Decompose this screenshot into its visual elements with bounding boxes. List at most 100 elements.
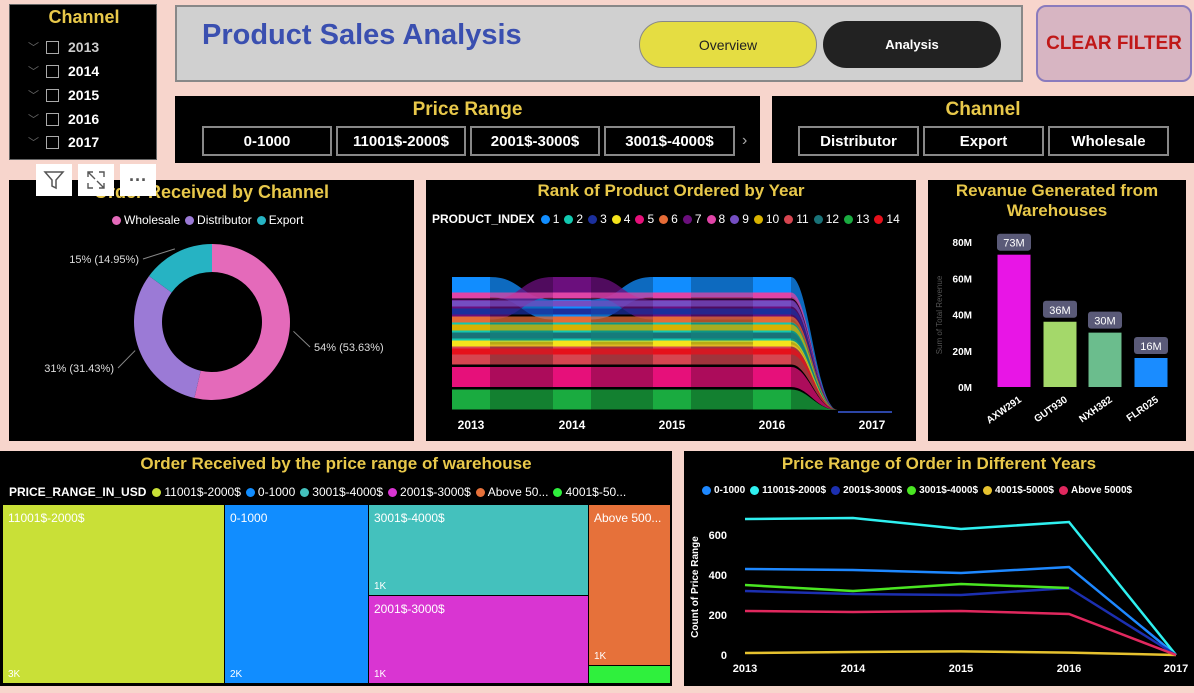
ribbon-flow-4 xyxy=(490,340,553,347)
channel-tile-wholesale[interactable]: Wholesale xyxy=(1048,126,1169,156)
ribbon-legend-item: 6 xyxy=(659,212,678,226)
ribbon-flow-10 xyxy=(490,324,553,331)
line-y-tick: 600 xyxy=(709,530,727,542)
revenue-y-axis-title: Sum of Total Revenue xyxy=(935,275,944,354)
ribbon-segment-12 xyxy=(452,332,490,339)
ribbon-flow-8 xyxy=(490,292,553,299)
revenue-x-tick: NXH382 xyxy=(1077,394,1115,425)
ribbon-flow-14 xyxy=(691,348,753,355)
filter-icon[interactable] xyxy=(36,164,72,196)
legend-label: 0-1000 xyxy=(714,485,746,496)
ribbon-legend-item: 2 xyxy=(564,212,583,226)
chevron-down-icon[interactable]: ﹀ xyxy=(28,39,46,55)
year-slicer: Channel ﹀ 2013 ﹀ 2014 ﹀ 2015 ﹀ 2016 ﹀ 2017 xyxy=(9,4,157,160)
donut-data-label: 31% (31.43%) xyxy=(44,363,114,375)
legend-dot xyxy=(983,486,993,495)
legend-label: 12 xyxy=(825,212,840,226)
ribbon-segment-4 xyxy=(553,340,591,347)
price-tile-2001-3000[interactable]: 2001$-3000$ xyxy=(470,126,600,156)
price-tile-0-1000[interactable]: 0-1000 xyxy=(202,126,332,156)
revenue-data-label: 30M xyxy=(1094,316,1115,328)
revenue-data-label: 16M xyxy=(1140,341,1161,353)
line-y-axis-title: Count of Price Range xyxy=(690,536,701,638)
line-y-tick: 400 xyxy=(709,570,727,582)
year-item-2013[interactable]: ﹀ 2013 xyxy=(28,37,99,57)
ribbon-x-tick: 2016 xyxy=(759,418,786,432)
ribbon-segment-3 xyxy=(753,308,791,315)
treemap-legend-item: 2001$-3000$ xyxy=(388,485,471,499)
filter-icon-glyph xyxy=(43,171,65,190)
checkbox[interactable] xyxy=(46,112,59,126)
year-item-2016[interactable]: ﹀ 2016 xyxy=(28,109,99,129)
revenue-y-tick: 80M xyxy=(953,238,972,249)
checkbox[interactable] xyxy=(46,64,59,78)
price-tile-11001-2000[interactable]: 11001$-2000$ xyxy=(336,126,466,156)
ribbon-segment-12 xyxy=(653,332,691,339)
channel-slicer-title: Channel xyxy=(945,99,1021,120)
price-tile-3001-4000[interactable]: 3001$-4000$ xyxy=(604,126,735,156)
year-item-2015[interactable]: ﹀ 2015 xyxy=(28,85,99,105)
treemap-cell-label: 11001$-2000$ xyxy=(8,511,85,525)
legend-label: Above 5000$ xyxy=(1070,485,1133,496)
checkbox[interactable] xyxy=(46,88,59,102)
revenue-y-tick: 20M xyxy=(953,347,972,358)
line-panel: Price Range of Order in Different Years … xyxy=(684,451,1194,686)
ribbon-segment-4 xyxy=(753,340,791,347)
ribbon-legend-item: 7 xyxy=(682,212,702,226)
treemap-cell: Above 500... 1K xyxy=(589,505,670,665)
ribbon-segment-6 xyxy=(452,316,490,323)
ribbon-legend-item: 13 xyxy=(844,212,869,226)
overview-button[interactable]: Overview xyxy=(639,21,817,68)
price-range-title: Price Range xyxy=(412,99,523,120)
line-legend-item: 3001$-4000$ xyxy=(907,485,978,496)
ribbon-flow-12 xyxy=(490,332,553,339)
more-options-icon[interactable]: ··· xyxy=(120,164,156,196)
chevron-down-icon[interactable]: ﹀ xyxy=(28,134,46,150)
focus-mode-icon[interactable] xyxy=(78,164,114,196)
ribbon-flow-5 xyxy=(490,367,553,387)
revenue-bar-chart: 0M 20M 40M 60M 80M Sum of Total Revenue 73M AXW… xyxy=(935,233,1168,426)
ribbon-segment-14 xyxy=(653,348,691,355)
year-item-2014[interactable]: ﹀ 2014 xyxy=(28,61,99,81)
analysis-button[interactable]: Analysis xyxy=(823,21,1001,68)
ribbon-flow-5 xyxy=(591,367,653,387)
ribbon-flow-4 xyxy=(691,340,753,347)
legend-label: 9 xyxy=(742,212,749,226)
chevron-down-icon[interactable]: ﹀ xyxy=(28,63,46,79)
legend-label: 4001$-50... xyxy=(565,485,627,499)
legend-label: 3001$-4000$ xyxy=(312,485,384,499)
legend-dot xyxy=(750,486,760,495)
legend-dot xyxy=(706,214,716,224)
revenue-bar-gut930 xyxy=(1043,321,1077,387)
ribbon-x-tick: 2014 xyxy=(559,418,586,432)
ribbon-segment-5 xyxy=(753,367,791,387)
ribbon-segment-6 xyxy=(553,316,591,323)
year-item-2017[interactable]: ﹀ 2017 xyxy=(28,132,99,152)
legend-dot xyxy=(1058,486,1068,495)
ribbon-segment-6 xyxy=(653,316,691,323)
ribbon-flow-13 xyxy=(591,389,653,410)
ribbon-flow-6 xyxy=(691,316,753,323)
clear-filter-button[interactable]: CLEAR FILTER xyxy=(1036,5,1192,82)
ribbon-segment-13 xyxy=(553,389,591,410)
checkbox[interactable] xyxy=(46,135,59,149)
chevron-down-icon[interactable]: ﹀ xyxy=(28,87,46,103)
line-series-5 xyxy=(744,609,1177,657)
treemap-legend-title: PRICE_RANGE_IN_USD xyxy=(9,485,147,499)
donut-chart: 54% (53.63%) 31% (31.43%) 15% (14.95%) xyxy=(44,244,384,400)
ribbon-legend-item: 9 xyxy=(730,212,749,226)
checkbox[interactable] xyxy=(46,40,59,54)
treemap-cell xyxy=(589,666,670,683)
channel-tile-export[interactable]: Export xyxy=(923,126,1044,156)
legend-dot xyxy=(784,214,794,224)
legend-item: Distributor xyxy=(185,213,252,227)
line-legend-item: Above 5000$ xyxy=(1058,485,1133,496)
legend-label: 11001$-2000$ xyxy=(762,485,827,496)
channel-tile-distributor[interactable]: Distributor xyxy=(798,126,919,156)
ribbon-segment-3 xyxy=(653,308,691,315)
chevron-right-icon[interactable]: › xyxy=(742,132,747,150)
line-legend: 0-1000 11001$-2000$ 2001$-3000$ 3001$-4000$… xyxy=(702,485,1137,496)
line-legend-item: 0-1000 xyxy=(702,485,745,496)
chevron-down-icon[interactable]: ﹀ xyxy=(28,111,46,127)
legend-label: 2 xyxy=(576,212,584,226)
